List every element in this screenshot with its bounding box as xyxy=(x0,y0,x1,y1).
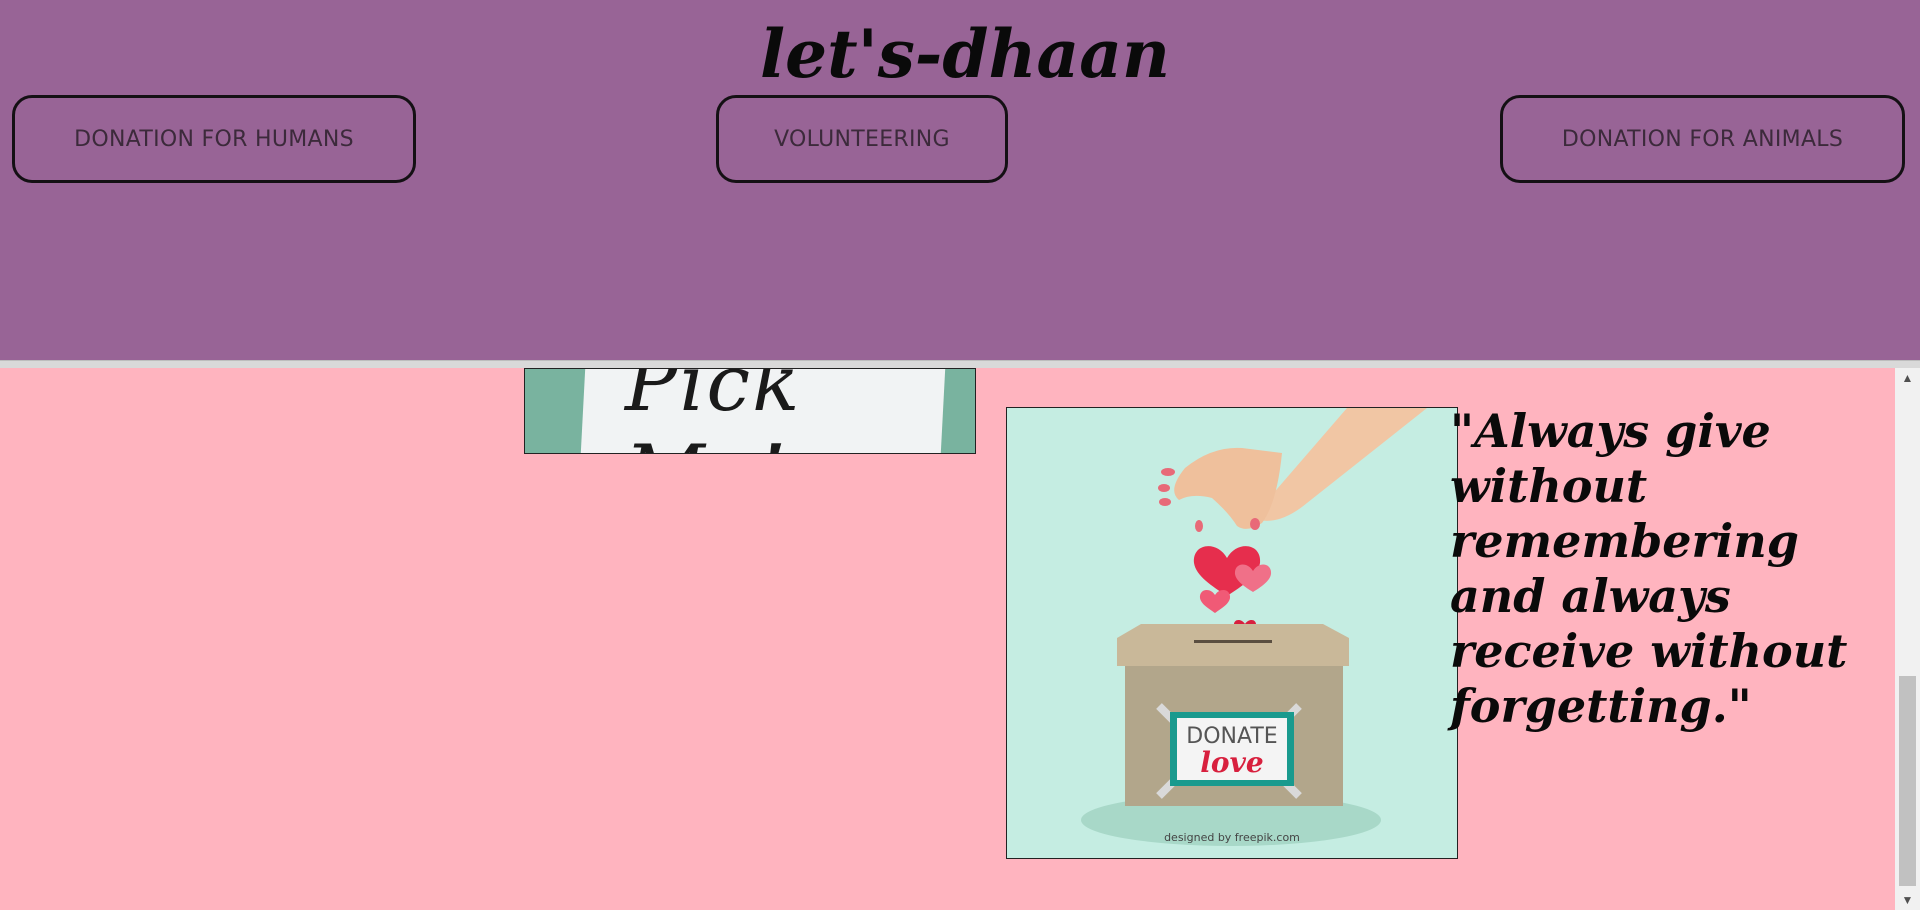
donation-for-animals-button[interactable]: DONATION FOR ANIMALS xyxy=(1500,95,1905,183)
scroll-up-icon[interactable]: ▲ xyxy=(1895,368,1920,388)
box-lid xyxy=(1117,624,1349,666)
vertical-scrollbar[interactable]: ▲ ▼ xyxy=(1895,368,1920,910)
box-slot xyxy=(1194,640,1272,643)
heart-icon-tiny xyxy=(1199,589,1231,613)
header-divider xyxy=(0,360,1920,368)
hand-shape xyxy=(1174,447,1282,529)
scroll-down-icon[interactable]: ▼ xyxy=(1895,890,1920,910)
scrollbar-thumb[interactable] xyxy=(1899,676,1916,886)
donate-love-image: DONATE love designed by freepik.com xyxy=(1006,407,1458,859)
donation-for-humans-button[interactable]: DONATION FOR HUMANS xyxy=(12,95,416,183)
donation-quote: "Always give without remembering and alw… xyxy=(1450,404,1848,733)
site-title: let's-dhaan xyxy=(760,15,1170,93)
image-credit: designed by freepik.com xyxy=(1164,831,1300,844)
pick-me-text: Pick Me! xyxy=(625,368,802,453)
volunteering-button[interactable]: VOLUNTEERING xyxy=(716,95,1008,183)
pick-me-image: Pick Me! xyxy=(524,368,976,454)
love-word: love xyxy=(1200,746,1263,779)
site-header: let's-dhaan DONATION FOR HUMANS VOLUNTEE… xyxy=(0,0,1920,360)
donate-box-illustration: DONATE love designed by freepik.com xyxy=(1081,408,1427,846)
